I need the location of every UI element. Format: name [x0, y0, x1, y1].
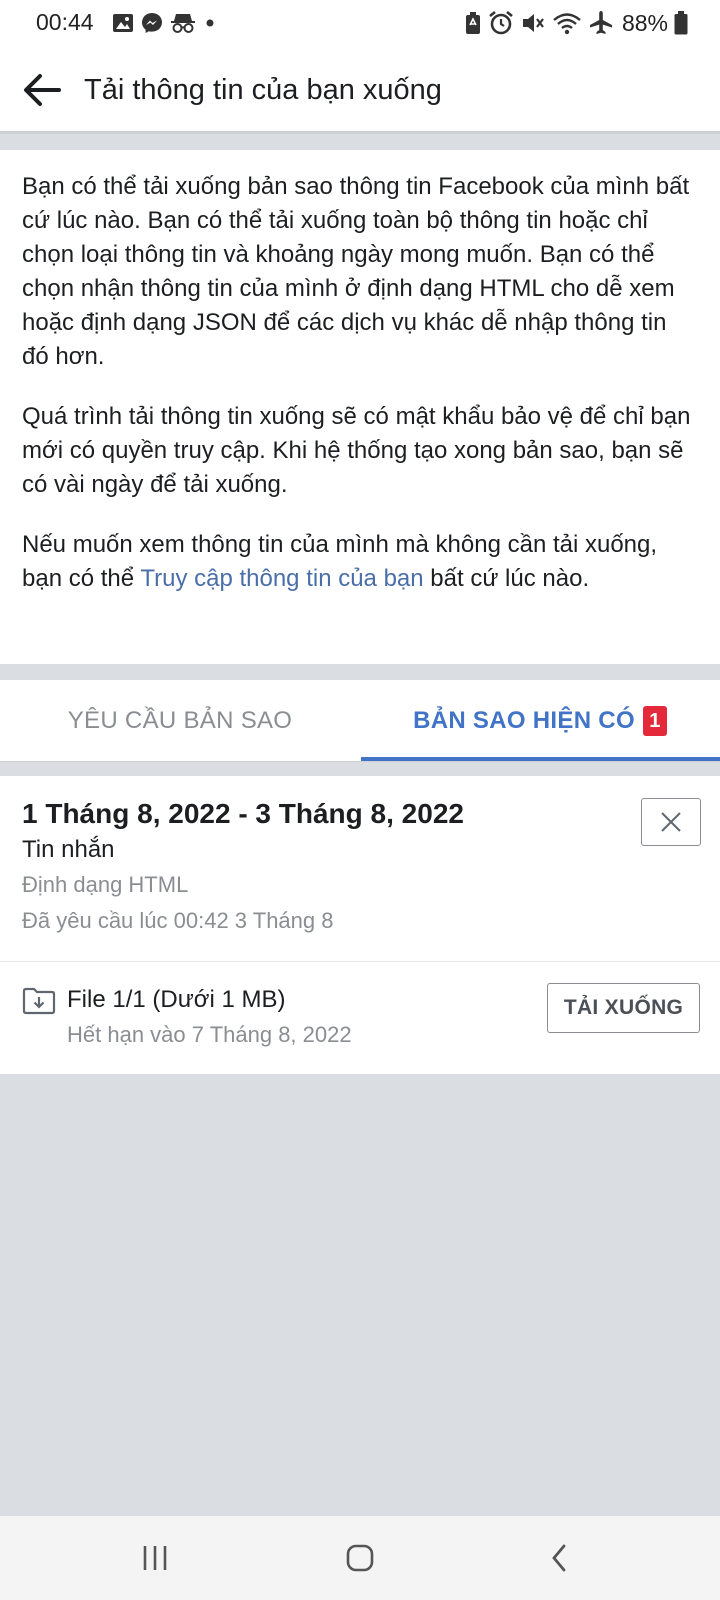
intro-paragraph-3-end: bất cứ lúc nào. — [423, 565, 590, 592]
copy-tabs: YÊU CẦU BẢN SAO BẢN SAO HIỆN CÓ 1 — [0, 680, 720, 762]
dot-icon — [206, 19, 214, 27]
incognito-icon — [171, 14, 195, 33]
available-copies-badge: 1 — [642, 706, 667, 736]
tab-request-copy-label: YÊU CẦU BẢN SAO — [67, 707, 293, 734]
back-nav-button[interactable] — [530, 1534, 590, 1582]
status-right-icons: 88% — [464, 9, 688, 37]
status-bar: 00:44 88% — [0, 0, 720, 46]
back-button[interactable] — [18, 66, 66, 114]
home-icon — [346, 1544, 374, 1572]
intro-section: Bạn có thể tải xuống bản sao thông tin F… — [0, 150, 720, 664]
home-button[interactable] — [330, 1534, 390, 1582]
recent-apps-icon — [143, 1546, 167, 1570]
active-tab-indicator — [361, 757, 720, 761]
copy-card: 1 Tháng 8, 2022 - 3 Tháng 8, 2022 Tin nh… — [0, 776, 720, 1074]
back-nav-icon — [552, 1544, 566, 1572]
delete-copy-button[interactable] — [641, 798, 701, 846]
messenger-icon — [142, 13, 162, 33]
battery-percentage: 88% — [621, 9, 668, 36]
system-nav-bar — [0, 1516, 720, 1600]
recent-apps-button[interactable] — [125, 1534, 185, 1582]
file-expiry: Hết hạn vào 7 Tháng 8, 2022 — [67, 1022, 352, 1047]
intro-paragraph-3: Nếu muốn xem thông tin của mình mà không… — [22, 528, 698, 596]
intro-paragraph-2: Quá trình tải thông tin xuống sẽ có mật … — [22, 403, 691, 498]
status-left-icons — [112, 11, 217, 35]
card-divider — [0, 961, 720, 962]
app-header: Tải thông tin của bạn xuống — [0, 46, 720, 134]
gallery-icon — [113, 14, 133, 32]
wifi-icon — [553, 13, 581, 35]
access-your-information-link[interactable]: Truy cập thông tin của bạn — [140, 565, 423, 592]
tab-available-copies-label: BẢN SAO HIỆN CÓ — [413, 707, 635, 734]
alarm-icon — [489, 10, 513, 35]
status-time: 00:44 — [36, 9, 94, 35]
close-icon — [661, 812, 681, 832]
download-button[interactable]: TẢI XUỐNG — [547, 983, 700, 1033]
back-arrow-icon — [24, 74, 61, 106]
battery-saver-icon — [465, 12, 480, 34]
battery-icon — [674, 11, 688, 35]
copy-info-type: Tin nhắn — [22, 836, 115, 863]
tab-request-copy[interactable]: YÊU CẦU BẢN SAO — [0, 680, 360, 762]
copy-date-range: 1 Tháng 8, 2022 - 3 Tháng 8, 2022 — [22, 798, 464, 829]
page-title: Tải thông tin của bạn xuống — [84, 74, 442, 106]
file-name: File 1/1 (Dưới 1 MB) — [67, 986, 286, 1013]
mute-icon — [522, 14, 544, 32]
copy-format: Định dạng HTML — [22, 872, 189, 897]
tab-available-copies[interactable]: BẢN SAO HIỆN CÓ 1 — [360, 680, 720, 762]
intro-paragraph-1: Bạn có thể tải xuống bản sao thông tin F… — [22, 173, 690, 370]
copy-requested-time: Đã yêu cầu lúc 00:42 3 Tháng 8 — [22, 908, 334, 933]
airplane-icon — [589, 11, 612, 34]
download-folder-icon — [22, 987, 56, 1015]
